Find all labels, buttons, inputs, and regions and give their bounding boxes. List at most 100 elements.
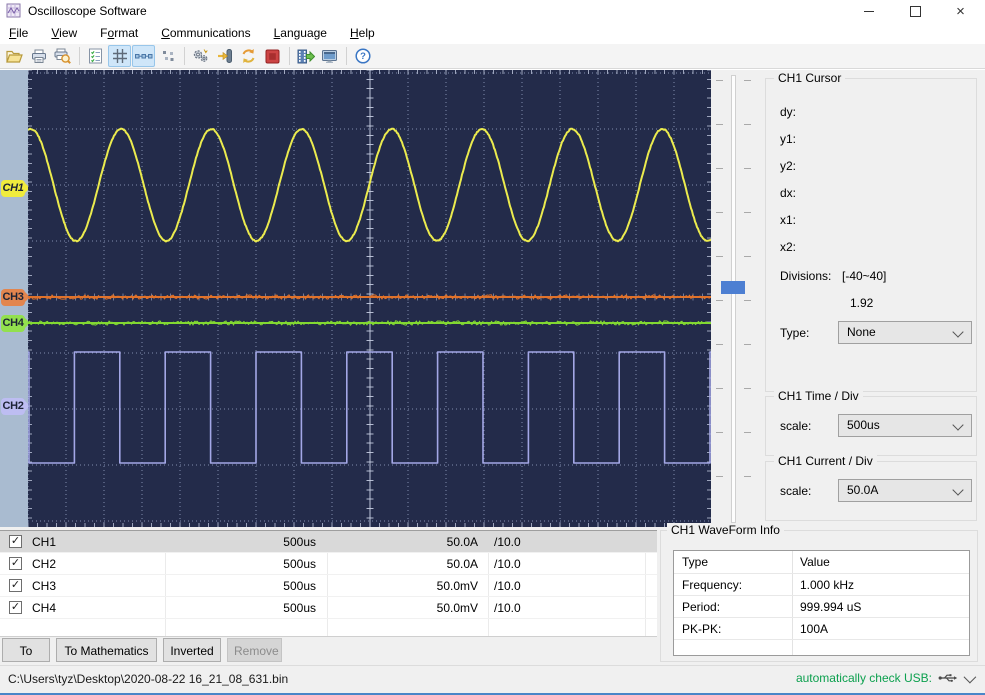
waveform-info-row-frequency: Frequency: 1.000 kHz (674, 574, 969, 596)
channel-list-icon (89, 48, 102, 64)
toolbar-separator (289, 47, 290, 65)
vertical-slider (711, 70, 760, 527)
title-bar: Oscilloscope Software (0, 0, 985, 22)
channel-tag[interactable]: CH2 (1, 397, 30, 415)
channel-probe: /10.0 (494, 601, 521, 615)
ch1-time-div-group: CH1 Time / Div scale: 500us (765, 389, 977, 456)
channel-time: 500us (283, 557, 316, 571)
channel-tag[interactable]: CH4 (1, 314, 30, 332)
channel-name: CH1 (32, 535, 57, 549)
toolbar-channel-list-button[interactable] (84, 45, 107, 67)
maximize-button[interactable] (893, 0, 938, 22)
divisions-label: Divisions: (780, 269, 832, 283)
to-mathematics-button[interactable]: To Mathematics (56, 638, 157, 662)
chevron-down-icon (952, 419, 964, 431)
toolbar-export-waveform-button[interactable] (294, 45, 317, 67)
ch1-cursor-title: CH1 Cursor (774, 71, 846, 85)
channel-time: 500us (283, 535, 316, 549)
refresh-icon (242, 49, 255, 63)
table-row-ch3[interactable]: CH3 500us 50.0mV /10.0 (0, 575, 657, 597)
to-fft-button[interactable]: To FFT (2, 638, 50, 680)
row-checkbox[interactable] (9, 601, 22, 614)
oscilloscope-app-window: Oscilloscope Software File View Format C… (0, 0, 985, 695)
cursor-type-value: None (847, 325, 876, 339)
ch1-cursor-group: CH1 Cursor dy: y1: y2: dx: x1: x2: Divis… (765, 71, 977, 392)
cursor-y2-label: y2: (780, 159, 797, 173)
channel-scale: 50.0mV (436, 601, 478, 615)
cursor-type-select[interactable]: None (838, 321, 972, 344)
waveform-info-group: CH1 WaveForm Info Type Value Frequency: … (660, 523, 978, 662)
table-row-ch4[interactable]: CH4 500us 50.0mV /10.0 (0, 597, 657, 619)
remove-button: Remove (227, 638, 282, 662)
channel-tag[interactable]: CH1 (1, 179, 30, 197)
close-button[interactable] (938, 0, 983, 22)
menu-communications[interactable]: Communications (152, 24, 259, 42)
time-scale-select[interactable]: 500us (838, 414, 972, 437)
window-title: Oscilloscope Software (28, 4, 147, 18)
menu-view[interactable]: View (42, 24, 86, 42)
toolbar-separator (79, 47, 80, 65)
print-preview-icon (54, 48, 71, 64)
info-type: Period: (682, 600, 721, 614)
toolbar-print-button[interactable] (27, 45, 50, 67)
table-row-ch1[interactable]: CH1 500us 50.0A /10.0 (0, 531, 657, 553)
slider-track[interactable] (731, 75, 736, 523)
minimize-button[interactable] (846, 0, 891, 22)
ch1-current-div-title: CH1 Current / Div (774, 454, 877, 468)
time-scale-label: scale: (780, 419, 812, 433)
toolbar-print-preview-button[interactable] (51, 45, 74, 67)
menu-format[interactable]: Format (91, 24, 147, 42)
usb-status-text: automatically check USB: (795, 671, 932, 685)
menu-file[interactable]: File (0, 24, 37, 42)
cursor-dx-label: dx: (780, 186, 797, 200)
gears-icon (193, 49, 208, 62)
export-waveform-icon (297, 49, 315, 63)
toolbar-monitor-button[interactable] (318, 45, 341, 67)
channel-tag[interactable]: CH3 (1, 288, 30, 306)
toolbar-separator (346, 47, 347, 65)
row-checkbox[interactable] (9, 557, 22, 570)
toolbar-refresh-button[interactable] (237, 45, 260, 67)
row-checkbox[interactable] (9, 535, 22, 548)
waveform-info-table: Type Value Frequency: 1.000 kHz Period: … (673, 550, 970, 656)
toolbar-connect-device-button[interactable] (213, 45, 236, 67)
current-scale-value: 50.0A (847, 483, 879, 497)
stop-icon (265, 49, 280, 63)
slider-handle[interactable] (721, 281, 745, 294)
waveform-info-row-pkpk: PK-PK: 100A (674, 618, 969, 640)
monitor-icon (322, 49, 337, 63)
channel-scale: 50.0mV (436, 579, 478, 593)
toolbar-grid-toggle-button[interactable] (108, 45, 131, 67)
slider-ticks-right (744, 80, 751, 517)
toolbar-stop-button[interactable] (261, 45, 284, 67)
waveform-info-title: CH1 WaveForm Info (667, 523, 784, 537)
menu-help[interactable]: Help (341, 24, 384, 42)
channel-time: 500us (283, 579, 316, 593)
inverted-button[interactable]: Inverted (163, 638, 221, 662)
toolbar-dotted-line-toggle-button[interactable] (132, 45, 155, 67)
close-icon (956, 4, 965, 19)
table-row-ch2[interactable]: CH2 500us 50.0A /10.0 (0, 553, 657, 575)
file-path: C:\Users\tyz\Desktop\2020-08-22 16_21_08… (8, 672, 289, 686)
toolbar-sample-dots-button[interactable] (156, 45, 179, 67)
waveform-info-row-period: Period: 999.994 uS (674, 596, 969, 618)
app-icon (6, 3, 21, 18)
toolbar-open-folder-button[interactable] (3, 45, 26, 67)
sample-dots-icon (162, 51, 173, 61)
header-value: Value (800, 555, 830, 569)
chevron-down-icon[interactable] (963, 670, 977, 683)
toolbar-help-button[interactable]: ? (351, 45, 374, 67)
info-value: 999.994 uS (800, 600, 862, 614)
channel-name: CH3 (32, 579, 57, 593)
row-checkbox[interactable] (9, 579, 22, 592)
main-area: CH1 CH3 CH4 CH2 CH1 Cursor dy: y1: y2: d… (0, 70, 985, 527)
current-scale-select[interactable]: 50.0A (838, 479, 972, 502)
toolbar-settings-button[interactable] (189, 45, 212, 67)
divisions-range: [-40~40] (842, 269, 887, 283)
oscilloscope-display[interactable] (28, 70, 711, 527)
waveform-info-header: Type Value (674, 551, 969, 574)
cursor-y1-label: y1: (780, 132, 797, 146)
menu-language[interactable]: Language (265, 24, 336, 42)
toolbar-separator (184, 47, 185, 65)
cursor-x1-label: x1: (780, 213, 797, 227)
